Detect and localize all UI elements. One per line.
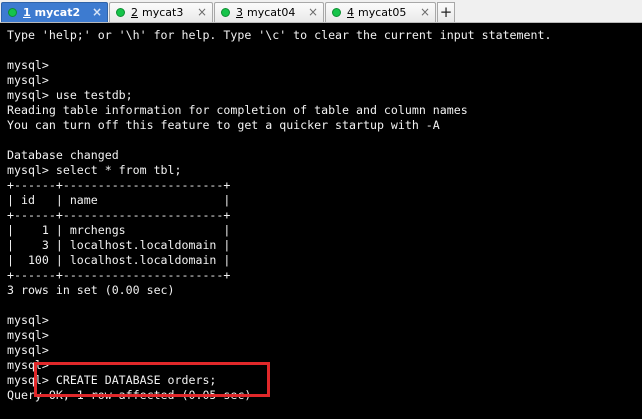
result-table-border: +------+-----------------------+	[7, 208, 231, 222]
result-table-header: | id | name |	[7, 193, 231, 207]
tab-label: mycat04	[247, 6, 296, 19]
tab-mycat04[interactable]: 3 mycat04 ×	[214, 2, 324, 22]
terminal-line: mysql>	[7, 328, 49, 342]
terminal-line: 3 rows in set (0.00 sec)	[7, 283, 175, 297]
tab-label: mycat2	[34, 6, 81, 19]
terminal-output[interactable]: Type 'help;' or '\h' for help. Type '\c'…	[0, 23, 642, 419]
result-table-row: | 100 | localhost.localdomain |	[7, 253, 231, 267]
terminal-line: You can turn off this feature to get a q…	[7, 118, 440, 132]
terminal-line: mysql>	[7, 73, 49, 87]
close-icon[interactable]: ×	[92, 5, 102, 19]
result-table-row: | 3 | localhost.localdomain |	[7, 238, 231, 252]
tab-number: 1	[23, 6, 31, 19]
add-tab-icon[interactable]: +	[437, 2, 455, 22]
status-connected-icon	[332, 8, 341, 17]
terminal-line: mysql>	[7, 58, 49, 72]
terminal-line: Reading table information for completion…	[7, 103, 468, 117]
result-table-row: | 1 | mrchengs |	[7, 223, 231, 237]
status-connected-icon	[116, 8, 125, 17]
terminal-line: Database changed	[7, 148, 119, 162]
terminal-line: Type 'help;' or '\h' for help. Type '\c'…	[7, 28, 552, 42]
tab-number: 2	[131, 6, 138, 19]
terminal-line: mysql> use testdb;	[7, 88, 133, 102]
tab-label: mycat3	[142, 6, 184, 19]
status-connected-icon	[8, 8, 17, 17]
close-icon[interactable]: ×	[420, 5, 430, 19]
terminal-line: mysql> select * from tbl;	[7, 163, 182, 177]
session-tab-bar: 1 mycat2 × 2 mycat3 × 3 mycat04 × 4 myca…	[0, 0, 642, 23]
tab-mycat05[interactable]: 4 mycat05 ×	[325, 2, 436, 22]
create-database-command: mysql> CREATE DATABASE orders;	[7, 373, 217, 387]
status-connected-icon	[221, 8, 230, 17]
result-table-border: +------+-----------------------+	[7, 178, 231, 192]
query-result-line: Query OK, 1 row affected (0.05 sec)	[7, 388, 252, 402]
tab-mycat3[interactable]: 2 mycat3 ×	[109, 2, 213, 22]
tab-mycat2[interactable]: 1 mycat2 ×	[1, 2, 108, 22]
tab-label: mycat05	[358, 6, 407, 19]
close-icon[interactable]: ×	[197, 5, 207, 19]
terminal-app-window: 1 mycat2 × 2 mycat3 × 3 mycat04 × 4 myca…	[0, 0, 642, 419]
terminal-line: mysql>	[7, 313, 49, 327]
terminal-line: mysql>	[7, 358, 49, 372]
tab-number: 3	[236, 6, 243, 19]
terminal-line: mysql>	[7, 343, 49, 357]
close-icon[interactable]: ×	[308, 5, 318, 19]
result-table-border: +------+-----------------------+	[7, 268, 231, 282]
tab-number: 4	[347, 6, 354, 19]
